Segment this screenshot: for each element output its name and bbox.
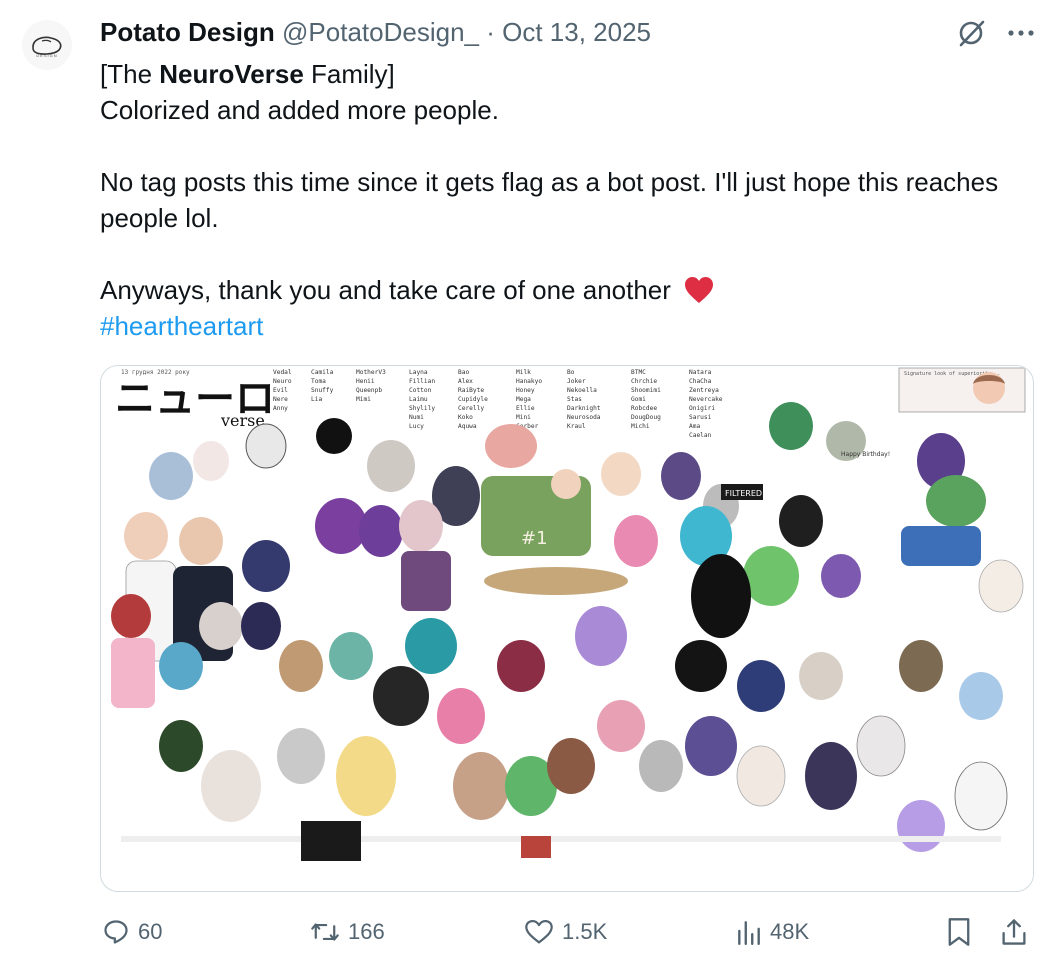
- post-date[interactable]: Oct 13, 2025: [502, 17, 651, 47]
- like-count: 1.5K: [562, 919, 608, 944]
- svg-text:Aquwa: Aquwa: [458, 423, 477, 430]
- svg-text:RaiByte: RaiByte: [458, 387, 484, 394]
- svg-text:Neuro: Neuro: [273, 378, 292, 385]
- like-button[interactable]: 1.5K: [524, 918, 607, 946]
- artwork-caption: 13 грудня 2022 року: [121, 369, 190, 376]
- views-count: 48K: [770, 919, 810, 944]
- svg-text:Bao: Bao: [458, 369, 469, 376]
- svg-text:Darknight: Darknight: [567, 405, 601, 412]
- svg-text:Mini: Mini: [516, 414, 531, 421]
- svg-text:Hanakyo: Hanakyo: [516, 378, 542, 385]
- share-icon: [1002, 919, 1026, 945]
- avatar-wordmark: DESIGN: [36, 53, 58, 58]
- svg-text:Mimi: Mimi: [356, 396, 371, 403]
- svg-text:Cupidyle: Cupidyle: [458, 396, 488, 403]
- svg-text:Stas: Stas: [567, 396, 582, 403]
- svg-text:Milk: Milk: [516, 369, 531, 376]
- svg-text:Nere: Nere: [273, 396, 288, 403]
- views-chart-icon: [738, 921, 760, 946]
- svg-text:Lia: Lia: [311, 396, 322, 403]
- svg-text:Ellie: Ellie: [516, 405, 535, 412]
- svg-text:Snuffy: Snuffy: [311, 387, 334, 394]
- svg-text:Henii: Henii: [356, 378, 375, 385]
- svg-text:BTMC: BTMC: [631, 369, 646, 376]
- text-line-2: Colorized and added more people.: [100, 95, 499, 125]
- header-separator: ·: [486, 17, 495, 47]
- svg-text:Bo: Bo: [567, 369, 575, 376]
- text-line-4-content: Anyways, thank you and take care of one …: [100, 275, 671, 305]
- svg-text:Shoomimi: Shoomimi: [631, 387, 661, 394]
- svg-text:ChaCha: ChaCha: [689, 378, 712, 385]
- svg-text:Anny: Anny: [273, 405, 288, 412]
- bookmark-icon: [948, 918, 970, 946]
- svg-text:Shylily: Shylily: [409, 405, 435, 412]
- text-line-4: Anyways, thank you and take care of one …: [100, 272, 1000, 308]
- svg-text:Camila: Camila: [311, 369, 334, 376]
- svg-text:Cerelly: Cerelly: [458, 405, 484, 412]
- avatar[interactable]: DESIGN: [22, 20, 72, 70]
- svg-text:Laimu: Laimu: [409, 396, 428, 403]
- svg-text:Ama: Ama: [689, 423, 700, 430]
- grok-icon[interactable]: [956, 18, 986, 48]
- svg-text:Neurosoda: Neurosoda: [567, 414, 601, 421]
- svg-text:Toma: Toma: [311, 378, 326, 385]
- text-line-1: [The NeuroVerse Family]: [100, 56, 1000, 92]
- svg-text:Zentreya: Zentreya: [689, 387, 719, 394]
- author-handle[interactable]: @PotatoDesign_: [282, 17, 479, 47]
- heart-icon: [525, 919, 553, 944]
- reply-button[interactable]: 60: [102, 918, 162, 946]
- svg-text:Natara: Natara: [689, 369, 712, 376]
- svg-text:Nevercake: Nevercake: [689, 396, 723, 403]
- artwork-illustration: 13 грудня 2022 року ニューロ verse. VedalNeu…: [101, 366, 1033, 891]
- birthday-note: Happy Birthday!: [841, 451, 890, 458]
- post-header: Potato Design @PotatoDesign_ · Oct 13, 2…: [100, 14, 950, 50]
- views-button[interactable]: 48K: [736, 918, 809, 946]
- svg-text:Alex: Alex: [458, 378, 473, 385]
- svg-text:Cotton: Cotton: [409, 387, 432, 394]
- repost-icon: [311, 923, 339, 941]
- bookmark-button[interactable]: [946, 917, 972, 947]
- svg-text:Lucy: Lucy: [409, 423, 424, 430]
- post-image[interactable]: 13 грудня 2022 року ニューロ verse. Vedal Neu…: [100, 365, 1034, 892]
- author-name[interactable]: Potato Design: [100, 17, 275, 47]
- action-bar: 60 166 1.5K 48K: [100, 910, 1034, 954]
- svg-text:DougDoug: DougDoug: [631, 414, 661, 421]
- svg-text:MotherV3: MotherV3: [356, 369, 386, 376]
- more-icon[interactable]: [1008, 29, 1034, 37]
- svg-text:Michi: Michi: [631, 423, 650, 430]
- svg-text:Gomi: Gomi: [631, 396, 646, 403]
- text-bracket-close: Family]: [303, 59, 395, 89]
- svg-text:Mega: Mega: [516, 396, 531, 403]
- top-right-icons: [956, 18, 1034, 48]
- repost-count: 166: [348, 919, 385, 944]
- svg-text:Fillian: Fillian: [409, 378, 435, 385]
- red-heart-emoji-icon: [685, 277, 714, 303]
- svg-text:Sarusi: Sarusi: [689, 414, 712, 421]
- filtered-sign: FILTERED: [725, 489, 762, 498]
- svg-text:Numi: Numi: [409, 414, 424, 421]
- svg-text:Nekoella: Nekoella: [567, 387, 597, 394]
- reply-count: 60: [138, 919, 163, 944]
- svg-text:Koko: Koko: [458, 414, 473, 421]
- svg-text:Kraul: Kraul: [567, 423, 586, 430]
- svg-text:Robcdee: Robcdee: [631, 405, 657, 412]
- svg-text:Honey: Honey: [516, 387, 535, 394]
- text-line-3: No tag posts this time since it gets fla…: [100, 167, 999, 233]
- reply-icon: [104, 920, 128, 944]
- svg-text:Caelan: Caelan: [689, 432, 712, 439]
- text-bold-title: NeuroVerse: [159, 59, 304, 89]
- svg-text:Chrchie: Chrchie: [631, 378, 657, 385]
- svg-text:Vedal: Vedal: [273, 369, 292, 376]
- post-text: [The NeuroVerse Family] Colorized and ad…: [100, 56, 1000, 344]
- svg-text:Queenpb: Queenpb: [356, 387, 382, 394]
- repost-button[interactable]: 166: [310, 918, 385, 946]
- svg-text:Joker: Joker: [567, 378, 586, 385]
- share-button[interactable]: [1000, 917, 1028, 947]
- shirt-number: #1: [521, 528, 548, 549]
- hashtag-link[interactable]: #heartheartart: [100, 308, 1000, 344]
- svg-text:Layna: Layna: [409, 369, 428, 376]
- text-bracket-open: [The: [100, 59, 160, 89]
- svg-text:Evil: Evil: [273, 387, 288, 394]
- svg-text:Onigiri: Onigiri: [689, 405, 715, 412]
